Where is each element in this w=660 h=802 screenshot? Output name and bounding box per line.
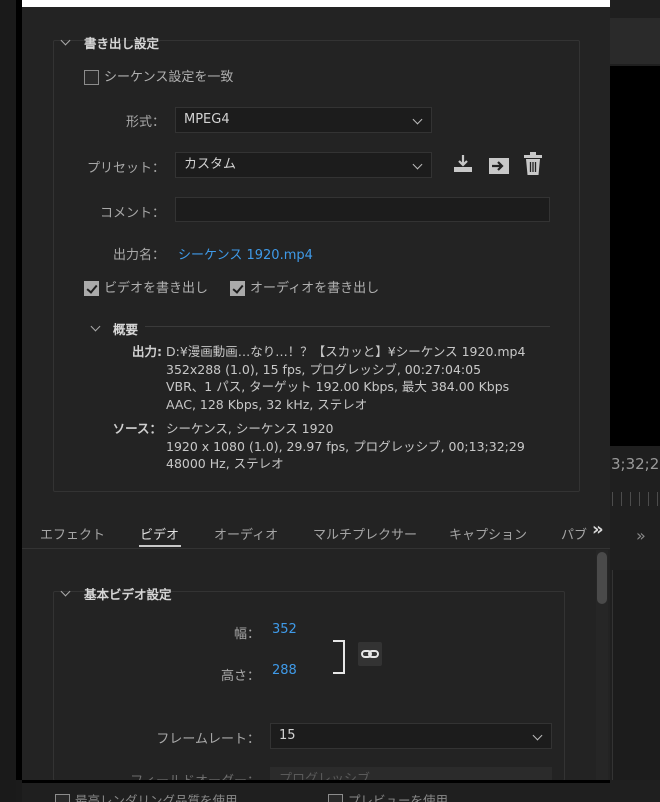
- summary-output-line: D:¥漫画動画…なり…！？【スカッと】¥シーケンス 1920.mp4: [166, 344, 526, 359]
- tabs-overflow-icon[interactable]: »: [592, 519, 604, 540]
- max-render-checkbox[interactable]: [55, 794, 70, 802]
- summary-divider: [145, 326, 550, 327]
- timeline-panel: [612, 570, 660, 780]
- export-audio-label: オーディオを書き出し: [250, 281, 380, 296]
- import-preset-icon[interactable]: [487, 154, 511, 176]
- framerate-select[interactable]: 15: [270, 723, 552, 749]
- tab-captions[interactable]: キャプション: [449, 524, 527, 543]
- basic-video-settings-group: [53, 591, 565, 781]
- trash-icon[interactable]: [522, 152, 544, 176]
- format-value: MPEG4: [184, 112, 230, 127]
- preset-value: カスタム: [184, 157, 237, 172]
- summary-source-line: シーケンス, シーケンス 1920: [166, 421, 334, 436]
- format-select[interactable]: MPEG4: [175, 107, 432, 133]
- background-left: [0, 0, 16, 802]
- export-video-label: ビデオを書き出し: [104, 281, 209, 296]
- summary-source-line: 48000 Hz, ステレオ: [166, 456, 284, 471]
- summary-source-block: シーケンス, シーケンス 1920 1920 x 1080 (1.0), 29.…: [166, 420, 525, 473]
- chevron-down-icon: [412, 159, 423, 170]
- export-audio-checkbox[interactable]: [230, 281, 245, 296]
- panel-overflow-icon[interactable]: »: [636, 526, 646, 545]
- dialog-top-edge: [22, 0, 610, 7]
- time-ruler: [612, 492, 660, 506]
- chain-link-icon[interactable]: [358, 642, 382, 666]
- framerate-value: 15: [279, 728, 296, 743]
- use-preview-checkbox[interactable]: [328, 794, 343, 802]
- output-name-label: 出力名：: [112, 248, 165, 263]
- chevron-down-icon: [532, 730, 543, 741]
- chevron-down-icon: [412, 114, 423, 125]
- preset-label: プリセット：: [86, 161, 165, 176]
- tab-publish[interactable]: パブ: [561, 524, 587, 543]
- export-settings-collapse-icon[interactable]: [60, 33, 71, 48]
- summary-collapse-icon[interactable]: [90, 319, 101, 334]
- use-preview-label: プレビューを使用: [348, 793, 449, 802]
- scrollbar-thumb[interactable]: [597, 552, 607, 604]
- program-monitor: [610, 66, 660, 446]
- save-preset-icon[interactable]: [452, 154, 474, 174]
- match-sequence-checkbox[interactable]: [84, 70, 99, 85]
- preset-select[interactable]: カスタム: [175, 152, 432, 178]
- format-label: 形式：: [125, 115, 165, 130]
- height-value[interactable]: 288: [272, 663, 297, 678]
- summary-output-block: D:¥漫画動画…なり…！？【スカッと】¥シーケンス 1920.mp4 352x2…: [166, 343, 525, 413]
- background-header: [610, 18, 660, 64]
- tab-audio[interactable]: オーディオ: [214, 524, 278, 543]
- basic-video-collapse-icon[interactable]: [60, 584, 71, 599]
- settings-tab-bar: エフェクト ビデオ オーディオ マルチプレクサー キャプション パブ »: [22, 516, 610, 549]
- summary-source-label: ソース：: [112, 421, 162, 436]
- summary-source-line: 1920 x 1080 (1.0), 29.97 fps, プログレッシブ, 0…: [166, 438, 525, 454]
- tab-effects[interactable]: エフェクト: [40, 524, 105, 543]
- comment-label: コメント：: [99, 206, 165, 221]
- framerate-label: フレームレート：: [156, 732, 260, 747]
- summary-output-line: VBR、1 パス, ターゲット 192.00 Kbps, 最大 384.00 K…: [166, 379, 510, 394]
- tab-multiplexer[interactable]: マルチプレクサー: [313, 524, 417, 543]
- aspect-link-bracket: [333, 640, 345, 674]
- timecode-display: 3;32;2: [611, 455, 660, 473]
- max-render-label: 最高レンダリング品質を使用: [75, 793, 238, 802]
- match-sequence-label: シーケンス設定を一致: [104, 70, 234, 85]
- summary-output-line: 352x288 (1.0), 15 fps, プログレッシブ, 00:27:04…: [166, 361, 482, 377]
- export-settings-title: 書き出し設定: [84, 36, 160, 51]
- summary-title: 概要: [113, 322, 139, 337]
- tab-video[interactable]: ビデオ: [140, 524, 179, 543]
- output-name-link[interactable]: シーケンス 1920.mp4: [178, 244, 313, 263]
- basic-video-title: 基本ビデオ設定: [84, 587, 172, 602]
- active-tab-indicator: [139, 545, 181, 547]
- width-label: 幅：: [233, 627, 260, 642]
- comment-input[interactable]: [175, 197, 550, 222]
- summary-output-line: AAC, 128 Kbps, 32 kHz, ステレオ: [166, 396, 368, 412]
- export-video-checkbox[interactable]: [84, 281, 99, 296]
- height-label: 高さ：: [220, 669, 260, 684]
- width-value[interactable]: 352: [272, 622, 297, 637]
- summary-output-label: 出力:: [132, 344, 162, 359]
